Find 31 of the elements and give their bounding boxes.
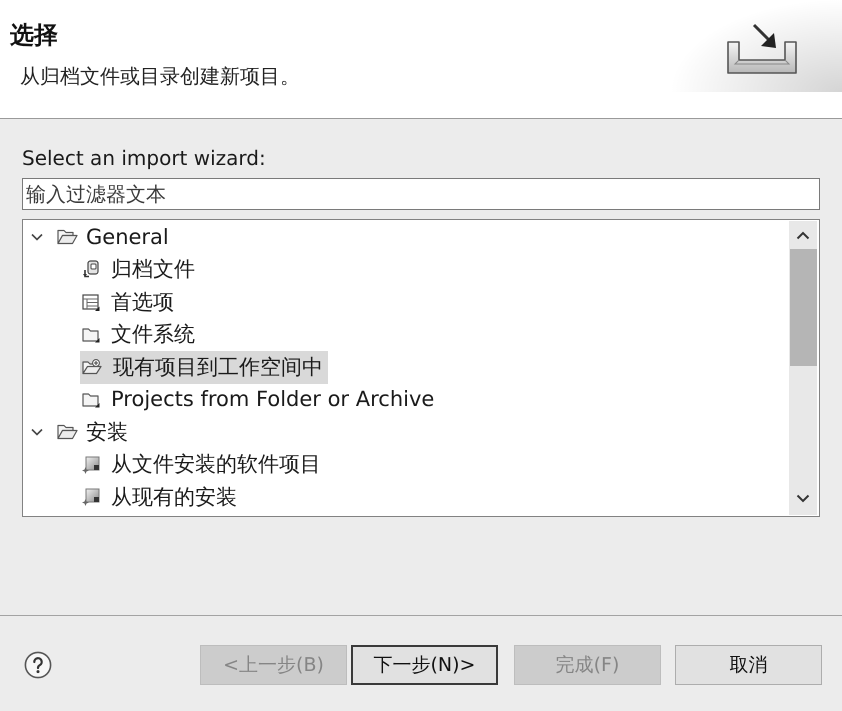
folder-plus-icon: [82, 359, 102, 376]
jar-arrow-icon: [82, 260, 100, 280]
next-button[interactable]: 下一步(N)>: [351, 645, 498, 685]
cancel-button[interactable]: 取消: [675, 645, 822, 685]
filter-field[interactable]: 输入过滤器文本: [22, 178, 820, 210]
chevron-down-icon[interactable]: [31, 428, 43, 436]
tree-item[interactable]: General: [55, 221, 174, 254]
list-window-icon: [82, 294, 100, 311]
folder-icon: [82, 326, 100, 343]
chevron-down-icon[interactable]: [31, 233, 43, 242]
tree-item[interactable]: 现有项目到工作空间中: [80, 351, 328, 384]
scrollbar-thumb[interactable]: [790, 249, 816, 366]
tree-item[interactable]: 文件系统: [80, 318, 200, 351]
tree-item[interactable]: 从文件安装的软件项目: [80, 448, 326, 481]
folder-icon: [82, 392, 100, 408]
tree-item[interactable]: 从现有的安装: [80, 481, 242, 514]
tree-item[interactable]: 安装: [55, 416, 133, 448]
square-sparkle-icon: [82, 456, 100, 474]
wizard-label: Select an import wizard:: [22, 145, 266, 171]
page-description: 从归档文件或目录创建新项目。: [20, 63, 300, 89]
chevron-up-icon[interactable]: [796, 230, 810, 240]
chevron-down-icon[interactable]: [796, 494, 810, 502]
help-icon[interactable]: [24, 651, 52, 679]
tree-item[interactable]: 首选项: [80, 286, 179, 318]
tray-arrow-icon: [726, 22, 798, 76]
tree-item[interactable]: Projects from Folder or Archive: [80, 384, 440, 416]
open-folder-icon: [57, 424, 78, 440]
square-sparkle-icon: [82, 488, 100, 506]
tree-item[interactable]: 归档文件: [80, 254, 200, 286]
page-title: 选择: [10, 21, 58, 49]
open-folder-icon: [57, 229, 78, 246]
